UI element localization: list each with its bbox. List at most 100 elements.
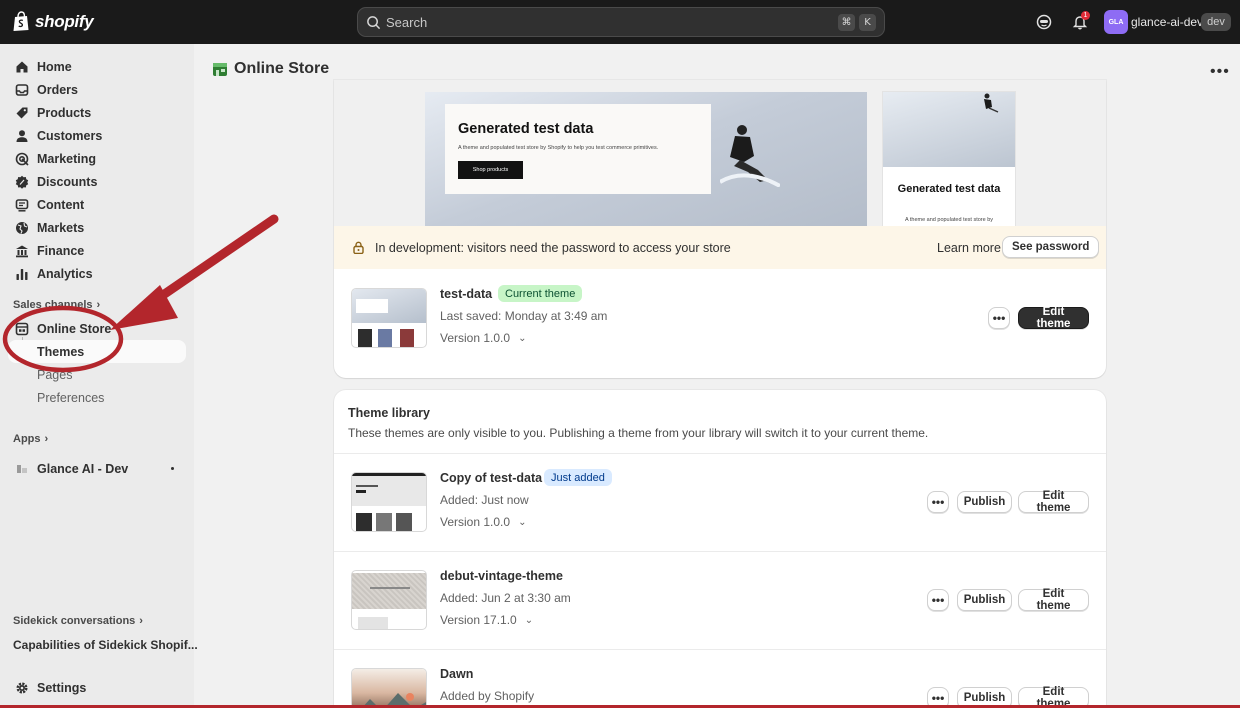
shortcut-key-k: K: [859, 13, 876, 31]
sidebar-item-label: Marketing: [37, 151, 97, 166]
sidebar-item-settings[interactable]: Settings: [8, 676, 186, 699]
sales-channels-header[interactable]: Sales channels ›: [13, 299, 100, 311]
sidebar-item-orders[interactable]: Orders: [8, 78, 186, 101]
home-icon: [15, 60, 29, 74]
search-input[interactable]: [386, 14, 834, 30]
sidebar-item-marketing[interactable]: Marketing: [8, 147, 186, 170]
snowboarder-image: [720, 125, 780, 187]
thumbnail-button: [356, 490, 366, 493]
status-dot: [171, 467, 174, 470]
sidebar-item-label: Orders: [37, 82, 78, 97]
edit-theme-button[interactable]: Edit theme: [1018, 490, 1089, 514]
theme-version: Version 1.0.0: [440, 331, 511, 345]
theme-thumbnail[interactable]: [351, 472, 427, 532]
orders-icon: [15, 83, 29, 97]
theme-added: Added: Just now: [440, 493, 529, 507]
edit-theme-button[interactable]: Edit theme: [1018, 588, 1089, 612]
apps-header[interactable]: Apps ›: [13, 433, 48, 445]
sidebar-item-label: Markets: [37, 220, 85, 235]
preview-hero-box: Generated test data A theme and populate…: [445, 104, 711, 194]
sidebar-item-label: Glance AI - Dev: [37, 461, 129, 476]
sidebar-item-analytics[interactable]: Analytics: [8, 262, 186, 285]
sidebar-item-discounts[interactable]: Discounts: [8, 170, 186, 193]
preview-subtext: A theme and populated test store by Shop…: [458, 145, 659, 151]
sidekick-label: Sidekick conversations: [13, 615, 136, 627]
sidebar-item-finance[interactable]: Finance: [8, 239, 186, 262]
sidekick-icon[interactable]: [1034, 12, 1054, 32]
sidekick-conversation-label: Capabilities of Sidekick Shopif...: [13, 638, 198, 652]
thumbnail-hero-box: [356, 299, 388, 313]
publish-button[interactable]: Publish: [957, 589, 1012, 611]
storefront-icon: [15, 322, 29, 336]
avatar[interactable]: GLA: [1104, 10, 1128, 34]
chevron-right-icon: ›: [44, 433, 49, 445]
theme-name: Copy of test-data: [440, 471, 543, 485]
sidebar-item-content[interactable]: Content: [8, 193, 186, 216]
chevron-right-icon: ›: [139, 615, 143, 627]
gear-icon: [15, 681, 29, 695]
sidebar-item-home[interactable]: Home: [8, 55, 186, 78]
theme-preview: Generated test data A theme and populate…: [334, 80, 1106, 238]
sidebar-item-label: Online Store: [37, 321, 112, 336]
dev-banner: In development: visitors need the passwo…: [334, 226, 1106, 269]
sidebar-item-app[interactable]: Glance AI - Dev: [8, 457, 186, 480]
theme-thumbnail[interactable]: [351, 668, 427, 708]
mobile-heading: Generated test data: [897, 183, 1001, 195]
library-theme-row: Copy of test-data Just added Added: Just…: [334, 453, 1106, 551]
notification-badge: 1: [1081, 11, 1090, 20]
theme-thumbnail[interactable]: [351, 288, 427, 348]
globe-icon: [15, 221, 29, 235]
theme-version-toggle[interactable]: Version 17.1.0 ⌄: [440, 613, 533, 627]
discount-icon: [15, 175, 29, 189]
theme-actions-button[interactable]: •••: [927, 491, 949, 513]
tag-icon: [15, 106, 29, 120]
thumbnail-hero: [352, 573, 426, 609]
publish-button[interactable]: Publish: [957, 491, 1012, 513]
thumbnail-block: [358, 617, 388, 629]
mobile-hero-image: [883, 92, 1015, 167]
sidebar-item-online-store[interactable]: Online Store: [8, 317, 186, 340]
page-title: Online Store: [212, 60, 329, 78]
sidekick-header[interactable]: Sidekick conversations ›: [13, 615, 143, 627]
thumbnail-text: [370, 587, 410, 589]
thumbnail-product: [358, 329, 372, 347]
shopify-logo[interactable]: shopify: [12, 11, 94, 32]
thumbnail-product: [376, 513, 392, 531]
theme-actions-button[interactable]: •••: [927, 589, 949, 611]
library-theme-row: Dawn Added by Shopify ••• Publish Edit t…: [334, 649, 1106, 708]
shopify-bag-icon: [13, 11, 29, 31]
sidebar-item-markets[interactable]: Markets: [8, 216, 186, 239]
sidebar-item-customers[interactable]: Customers: [8, 124, 186, 147]
mobile-preview: Generated test data A theme and populate…: [883, 92, 1015, 238]
sidebar-item-label: Analytics: [37, 266, 93, 281]
more-actions-icon[interactable]: •••: [1210, 63, 1230, 81]
theme-added: Added by Shopify: [440, 689, 535, 703]
current-theme-row: test-data Current theme Last saved: Mond…: [334, 269, 1106, 378]
sidebar-subitem-themes[interactable]: Themes: [8, 340, 186, 363]
store-name[interactable]: glance-ai-dev: [1131, 15, 1203, 29]
sidebar-subitem-pages[interactable]: Pages: [8, 363, 186, 386]
see-password-button[interactable]: See password: [1002, 236, 1100, 258]
desktop-preview: Generated test data A theme and populate…: [425, 92, 867, 238]
theme-thumbnail[interactable]: [351, 570, 427, 630]
shortcut-key-cmd: ⌘: [838, 13, 855, 31]
thumbnail-product: [378, 329, 392, 347]
theme-version-toggle[interactable]: Version 1.0.0 ⌄: [440, 515, 526, 529]
edit-theme-button[interactable]: Edit theme: [1018, 306, 1089, 330]
learn-more-link[interactable]: Learn more: [937, 241, 1001, 255]
theme-name: debut-vintage-theme: [440, 569, 563, 583]
library-theme-row: debut-vintage-theme Added: Jun 2 at 3:30…: [334, 551, 1106, 649]
sidebar-subitem-preferences[interactable]: Preferences: [8, 386, 186, 409]
brand-name: shopify: [35, 11, 94, 31]
sidekick-conversation-item[interactable]: Capabilities of Sidekick Shopif...: [13, 638, 198, 652]
chevron-down-icon: ⌄: [518, 516, 527, 528]
search-bar[interactable]: ⌘ K: [357, 7, 885, 37]
theme-version-toggle[interactable]: Version 1.0.0 ⌄: [440, 331, 526, 345]
theme-actions-button[interactable]: •••: [988, 307, 1010, 329]
sidebar-item-products[interactable]: Products: [8, 101, 186, 124]
theme-added: Added: Jun 2 at 3:30 am: [440, 591, 571, 605]
thumbnail-text: [356, 485, 378, 487]
target-icon: [15, 152, 29, 166]
search-icon: [367, 15, 381, 29]
apps-label: Apps: [13, 433, 41, 445]
